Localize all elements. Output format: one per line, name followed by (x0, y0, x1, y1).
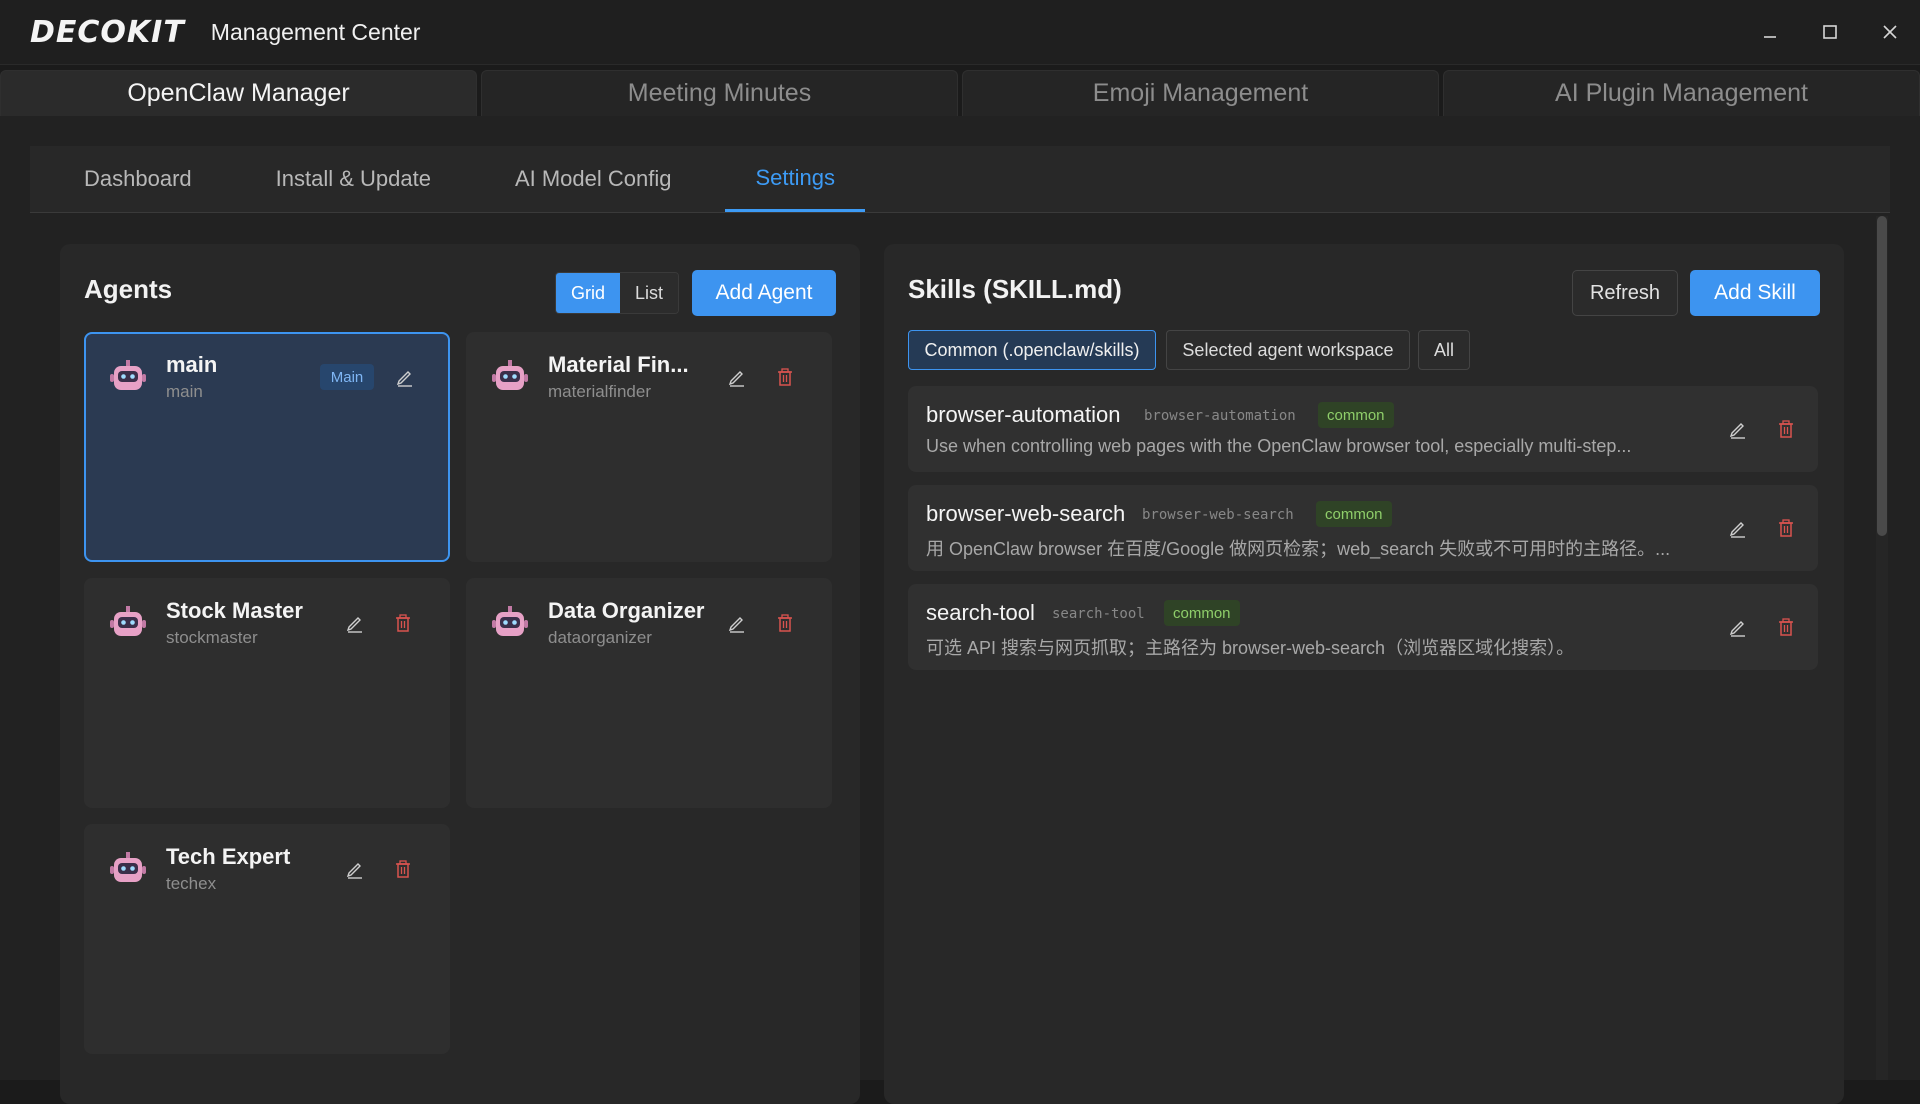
agent-id: materialfinder (548, 382, 651, 401)
skill-tag: common (1164, 600, 1240, 626)
main-tab-bar: OpenClaw Manager Meeting Minutes Emoji M… (0, 70, 1920, 116)
skill-slug: browser-web-search (1142, 507, 1294, 523)
delete-icon[interactable] (770, 608, 800, 638)
delete-icon[interactable] (1771, 513, 1801, 543)
tab-ai-model-config[interactable]: AI Model Config (485, 146, 702, 212)
sub-tab-bar: Dashboard Install & Update AI Model Conf… (30, 146, 1890, 213)
skill-name: search-tool (926, 600, 1035, 625)
filter-common[interactable]: Common (.openclaw/skills) (908, 330, 1156, 370)
agent-id: stockmaster (166, 628, 258, 647)
tab-dashboard[interactable]: Dashboard (54, 146, 222, 212)
view-mode-toggle: Grid List (555, 272, 679, 314)
filter-selected-agent-workspace[interactable]: Selected agent workspace (1166, 330, 1410, 370)
edit-icon[interactable] (1723, 414, 1753, 444)
robot-icon (110, 360, 146, 390)
skill-item-search-tool[interactable]: search-tool search-tool common 可选 API 搜索… (908, 584, 1818, 670)
tab-meeting-minutes[interactable]: Meeting Minutes (481, 70, 958, 116)
agent-name: Material Fin... (548, 352, 689, 377)
agent-name: Stock Master (166, 598, 303, 623)
edit-icon[interactable] (390, 362, 420, 392)
refresh-button[interactable]: Refresh (1572, 270, 1678, 316)
skill-slug: browser-automation (1144, 408, 1296, 424)
content-area: Dashboard Install & Update AI Model Conf… (0, 116, 1920, 1104)
agent-id: techex (166, 874, 217, 893)
agents-title: Agents (84, 274, 173, 304)
agent-name: main (166, 352, 218, 377)
agent-card-dataorganizer[interactable]: Data Organizer dataorganizer (466, 578, 832, 808)
skill-slug: search-tool (1052, 606, 1145, 622)
edit-icon[interactable] (340, 608, 370, 638)
skills-panel: Skills (SKILL.md) Refresh Add Skill Comm… (884, 244, 1844, 1104)
skills-title: Skills (SKILL.md) (908, 274, 1122, 304)
edit-icon[interactable] (1723, 612, 1753, 642)
robot-icon (492, 360, 528, 390)
agent-card-main[interactable]: main main Main (84, 332, 450, 562)
add-agent-button[interactable]: Add Agent (692, 270, 836, 316)
list-view-button[interactable]: List (620, 273, 678, 313)
delete-icon[interactable] (770, 362, 800, 392)
agent-card-techex[interactable]: Tech Expert techex (84, 824, 450, 1054)
tab-emoji-management[interactable]: Emoji Management (962, 70, 1439, 116)
skill-description: 用 OpenClaw browser 在百度/Google 做网页检索；web_… (926, 539, 1671, 559)
grid-view-button[interactable]: Grid (556, 273, 620, 313)
robot-icon (492, 606, 528, 636)
agent-card-stockmaster[interactable]: Stock Master stockmaster (84, 578, 450, 808)
delete-icon[interactable] (388, 608, 418, 638)
title-bar: DECOKIT Management Center (0, 0, 1920, 65)
skill-description: Use when controlling web pages with the … (926, 436, 1632, 456)
skill-tag: common (1316, 501, 1392, 527)
tab-install-update[interactable]: Install & Update (246, 146, 461, 212)
tab-ai-plugin-management[interactable]: AI Plugin Management (1443, 70, 1920, 116)
edit-icon[interactable] (722, 608, 752, 638)
window-controls (1740, 0, 1920, 64)
delete-icon[interactable] (1771, 612, 1801, 642)
filter-all[interactable]: All (1418, 330, 1470, 370)
agent-name: Data Organizer (548, 598, 705, 623)
skill-item-browser-web-search[interactable]: browser-web-search browser-web-search co… (908, 485, 1818, 571)
skill-name: browser-automation (926, 402, 1121, 427)
skill-name: browser-web-search (926, 501, 1126, 526)
skill-tag: common (1318, 402, 1394, 428)
agent-id: dataorganizer (548, 628, 652, 647)
edit-icon[interactable] (722, 362, 752, 392)
maximize-icon[interactable] (1800, 0, 1860, 64)
robot-icon (110, 852, 146, 882)
delete-icon[interactable] (1771, 414, 1801, 444)
agent-id: main (166, 382, 203, 401)
minimize-icon[interactable] (1740, 0, 1800, 64)
agent-card-materialfinder[interactable]: Material Fin... materialfinder (466, 332, 832, 562)
skill-item-browser-automation[interactable]: browser-automation browser-automation co… (908, 386, 1818, 472)
agent-name: Tech Expert (166, 844, 291, 869)
agents-panel: Agents Grid List Add Agent main main Mai… (60, 244, 860, 1104)
tab-settings[interactable]: Settings (725, 146, 865, 212)
scrollbar-thumb[interactable] (1877, 216, 1887, 536)
window-title: Management Center (210, 18, 421, 45)
close-icon[interactable] (1860, 0, 1920, 64)
robot-icon (110, 606, 146, 636)
skill-description: 可选 API 搜索与网页抓取；主路径为 browser-web-search（浏… (926, 638, 1575, 658)
app-logo: DECOKIT (30, 14, 185, 50)
edit-icon[interactable] (340, 854, 370, 884)
tab-openclaw-manager[interactable]: OpenClaw Manager (0, 70, 477, 116)
edit-icon[interactable] (1723, 513, 1753, 543)
add-skill-button[interactable]: Add Skill (1690, 270, 1820, 316)
delete-icon[interactable] (388, 854, 418, 884)
main-badge: Main (320, 364, 374, 390)
